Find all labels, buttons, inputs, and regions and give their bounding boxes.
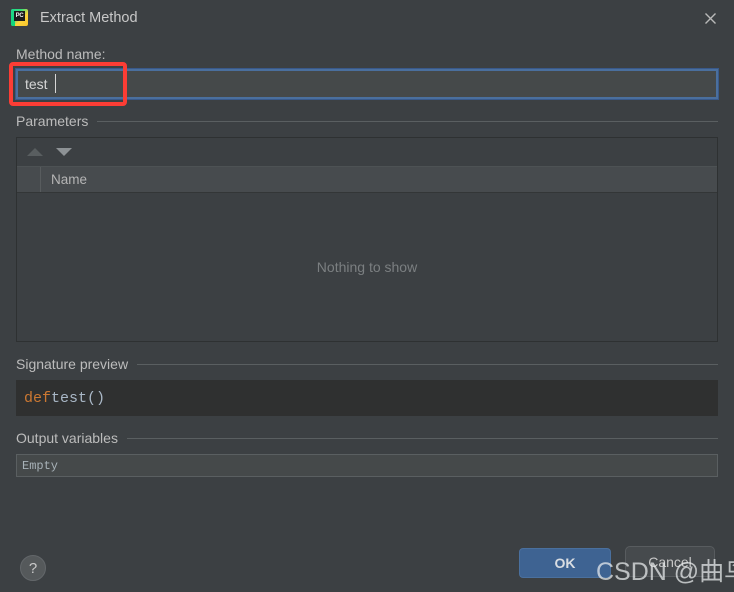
signature-text: test() <box>51 390 105 407</box>
section-divider <box>97 121 718 122</box>
section-divider <box>137 364 718 365</box>
cancel-button[interactable]: Cancel <box>625 546 715 577</box>
parameters-section-label: Parameters <box>16 113 88 129</box>
section-divider <box>127 438 718 439</box>
output-variables-field: Empty <box>16 454 718 477</box>
window-title: Extract Method <box>40 10 138 26</box>
signature-keyword: def <box>24 390 51 407</box>
parameters-table-body[interactable]: Nothing to show <box>17 193 717 341</box>
signature-section-label: Signature preview <box>16 356 128 372</box>
pycharm-icon-label: PC <box>14 11 25 21</box>
parameters-panel: Name Nothing to show <box>16 137 718 342</box>
help-icon[interactable]: ? <box>20 555 46 581</box>
method-name-label: Method name: <box>16 46 718 62</box>
pycharm-icon: PC <box>11 9 28 26</box>
parameters-column-name[interactable]: Name <box>41 172 87 187</box>
close-icon[interactable] <box>698 6 722 30</box>
method-name-input[interactable] <box>16 69 718 99</box>
dialog-footer: ? <box>0 544 734 592</box>
output-variables-section-header: Output variables <box>16 430 718 446</box>
parameters-section-header: Parameters <box>16 113 718 129</box>
dialog-content: Method name: Parameters Name Nothing to … <box>0 46 734 477</box>
signature-section-header: Signature preview <box>16 356 718 372</box>
parameters-column-checkbox <box>17 167 41 192</box>
text-caret <box>55 74 56 93</box>
ok-button[interactable]: OK <box>519 548 611 578</box>
empty-state-text: Nothing to show <box>317 259 417 275</box>
method-name-input-wrapper <box>16 69 718 99</box>
arrow-up-icon[interactable] <box>27 148 43 156</box>
title-bar: PC Extract Method <box>0 0 734 35</box>
parameters-toolbar <box>17 138 717 167</box>
signature-preview-box: def test() <box>16 380 718 416</box>
output-variables-value: Empty <box>22 459 58 473</box>
arrow-down-icon[interactable] <box>56 148 72 156</box>
output-variables-section-label: Output variables <box>16 430 118 446</box>
parameters-table-header: Name <box>17 167 717 193</box>
